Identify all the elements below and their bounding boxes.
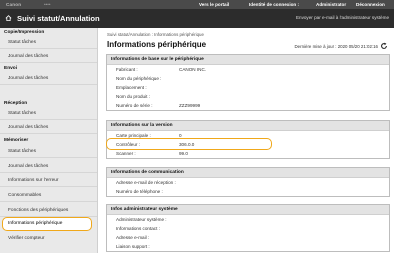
row-label: Informations contact : <box>116 226 160 231</box>
sidebar-item-check-counter[interactable]: Vérifier compteur <box>0 233 97 245</box>
info-row: Fabricant : CANON INC. <box>107 65 389 74</box>
row-label: Nom du périphérique : <box>116 76 162 81</box>
info-row: Numéro de série : ZZZ99999 <box>107 101 389 110</box>
row-label: Numéro de téléphone : <box>116 189 163 194</box>
app-title: Suivi statut/Annulation <box>17 14 100 23</box>
info-row: Liaison support : <box>107 242 389 251</box>
info-row: Informations contact : <box>107 224 389 233</box>
row-label: Scanner : <box>116 151 136 156</box>
sidebar-item-consumables[interactable]: Consommables <box>0 190 97 202</box>
sidebar-item-error-info[interactable]: Informations sur l'erreur <box>0 175 97 187</box>
row-value: ZZZ99999 <box>179 103 201 108</box>
row-label: Administrateur système : <box>116 217 167 222</box>
login-id-label: Identité de connexion : <box>249 2 300 7</box>
user-name: Administrator <box>316 2 347 7</box>
panel-header-admin-info: Infos administrateur système <box>107 205 389 215</box>
sidebar-section-receive: Réception <box>4 101 28 106</box>
main-content: Suivi statut/Annulation : Informations p… <box>102 28 390 253</box>
row-label: Emplacement : <box>116 85 147 90</box>
info-row: Administrateur système : <box>107 215 389 224</box>
info-row: Emplacement : <box>107 83 389 92</box>
home-icon[interactable] <box>5 15 12 21</box>
sidebar-item-receive-job-log[interactable]: Journal des tâches <box>0 122 97 134</box>
last-update-timestamp: Dernière mise à jour : 2020 05/20 21:02:… <box>294 44 378 49</box>
sidebar-item-send-job-log[interactable]: Journal des tâches <box>0 73 97 85</box>
sidebar-item-copy-job-status[interactable]: Statut tâches <box>0 37 97 49</box>
brand-logo: Canon <box>6 2 22 7</box>
email-admin-link[interactable]: Envoyer par e-mail à l'administrateur sy… <box>296 15 389 20</box>
panel-header-basic-info: Informations de base sur le périphérique <box>107 55 389 65</box>
portal-link[interactable]: Vers le portail <box>199 2 229 7</box>
breadcrumb: Suivi statut/Annulation : Informations p… <box>107 32 204 37</box>
sidebar-item-store-job-log[interactable]: Journal des tâches <box>0 161 97 173</box>
row-label: Nom du produit : <box>116 94 150 99</box>
row-label: Adresse e-mail : <box>116 235 150 240</box>
sidebar: Copie/Impression Statut tâches Journal d… <box>0 28 98 253</box>
row-label: Adresse e-mail de réception : <box>116 180 176 185</box>
panel-communication-info: Informations de communication Adresse e-… <box>106 167 390 197</box>
info-row: Numéro de téléphone : <box>107 187 389 196</box>
info-row: Adresse e-mail de réception : <box>107 178 389 187</box>
brand-secondary: •••• <box>44 2 51 7</box>
sidebar-item-device-features[interactable]: Fonctions des périphériques <box>0 205 97 217</box>
sidebar-section-send: Envoi <box>4 66 18 71</box>
row-label: Numéro de série : <box>116 103 153 108</box>
sidebar-item-copy-job-log[interactable]: Journal des tâches <box>0 51 97 63</box>
panel-basic-info: Informations de base sur le périphérique… <box>106 54 390 111</box>
row-label: Liaison support : <box>116 244 150 249</box>
row-value: CANON INC. <box>179 67 207 72</box>
logout-link[interactable]: Déconnexion <box>356 2 385 7</box>
sidebar-item-receive-job-status[interactable]: Statut tâches <box>0 108 97 120</box>
title-bar: Suivi statut/Annulation Envoyer par e-ma… <box>0 9 394 28</box>
info-row: Nom du périphérique : <box>107 74 389 83</box>
row-label: Fabricant : <box>116 67 138 72</box>
panel-header-communication-info: Informations de communication <box>107 168 389 178</box>
sidebar-item-device-info[interactable]: Informations périphérique <box>2 217 92 231</box>
info-row: Nom du produit : <box>107 92 389 101</box>
refresh-icon[interactable] <box>380 42 388 50</box>
controller-highlight <box>106 138 272 150</box>
sidebar-item-store-job-status[interactable]: Statut tâches <box>0 146 97 158</box>
info-row: Scanner : 99.0 <box>107 149 389 158</box>
panel-header-version-info: Informations sur la version <box>107 121 389 131</box>
top-bar: Canon •••• Vers le portail Identité de c… <box>0 0 394 9</box>
info-row: Adresse e-mail : <box>107 233 389 242</box>
row-value: 99.0 <box>179 151 188 156</box>
panel-admin-info: Infos administrateur système Administrat… <box>106 204 390 252</box>
sidebar-section-store: Mémoriser <box>4 138 29 143</box>
sidebar-section-copy-print: Copie/Impression <box>4 30 45 35</box>
page-title: Informations périphérique <box>107 40 207 49</box>
